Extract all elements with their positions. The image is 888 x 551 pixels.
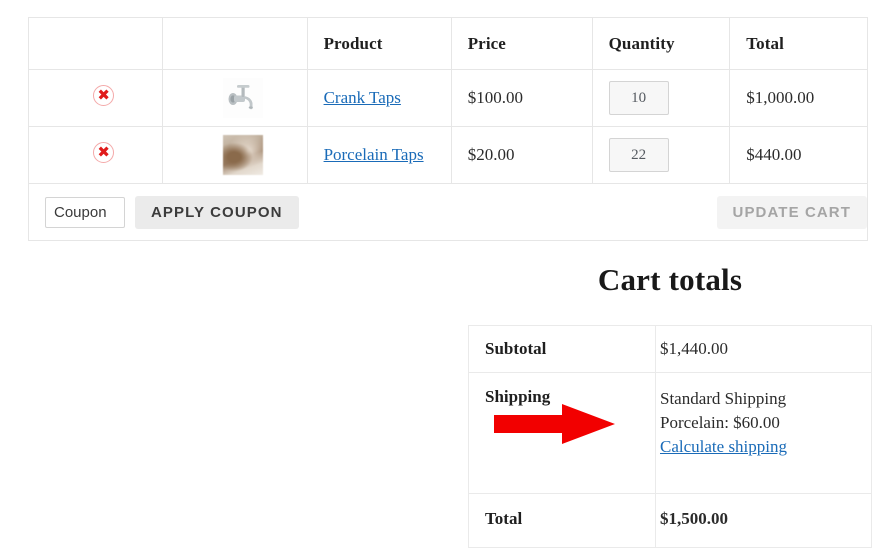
column-header-price: Price: [450, 17, 593, 70]
calculate-shipping-link[interactable]: Calculate shipping: [660, 437, 787, 456]
cell-price: $20.00: [450, 126, 593, 184]
column-header-thumbnail: [162, 17, 308, 70]
totals-row-subtotal: Subtotal $1,440.00: [468, 325, 872, 373]
column-header-product: Product: [306, 17, 452, 70]
remove-icon-x: ✖: [97, 85, 110, 104]
faucet-tap-thumbnail[interactable]: [222, 78, 263, 118]
porcelain-tap-thumbnail[interactable]: [222, 135, 263, 175]
cart-table-head: Product Price Quantity Total: [27, 17, 868, 70]
cart-totals-body: Subtotal $1,440.00 Shipping Standard Shi…: [468, 325, 872, 548]
cell-line-total: $1,000.00: [729, 69, 868, 127]
cell-cart-actions: APPLY COUPON UPDATE CART: [28, 183, 868, 241]
remove-circle-x-icon[interactable]: ✖: [92, 84, 116, 108]
table-row: ✖ Crank Taps $100.00 10 $1,000.00: [27, 69, 868, 127]
apply-coupon-button[interactable]: APPLY COUPON: [135, 195, 299, 229]
cell-product: Crank Taps: [306, 69, 452, 127]
update-cart-button[interactable]: UPDATE CART: [716, 195, 867, 229]
cart-table-body: ✖ Crank Taps $100.00 10 $1,000.00 ✖ Porc…: [27, 69, 868, 241]
product-link[interactable]: Crank Taps: [324, 88, 401, 107]
cell-price: $100.00: [450, 69, 593, 127]
shipping-value: Standard Shipping Porcelain: $60.00 Calc…: [655, 372, 872, 494]
shipping-method-detail: Porcelain: $60.00: [660, 413, 780, 432]
subtotal-label: Subtotal: [468, 325, 656, 373]
coupon-group: APPLY COUPON: [45, 195, 299, 229]
cell-thumbnail: [162, 69, 308, 127]
shipping-label: Shipping: [468, 372, 656, 494]
product-link[interactable]: Porcelain Taps: [324, 145, 424, 164]
column-header-remove: [27, 17, 164, 70]
table-row: ✖ Porcelain Taps $20.00 $440.00: [27, 126, 868, 184]
cart-totals-table: Subtotal $1,440.00 Shipping Standard Shi…: [468, 325, 872, 548]
cart-totals-container: Cart totals Subtotal $1,440.00 Shipping …: [468, 262, 872, 548]
cell-quantity: [591, 69, 731, 127]
totals-row-shipping: Shipping Standard Shipping Porcelain: $6…: [468, 372, 872, 494]
column-header-total: Total: [729, 17, 868, 70]
cart-table-header-row: Product Price Quantity Total: [27, 17, 868, 70]
cell-remove: ✖: [27, 126, 164, 184]
remove-circle-x-icon[interactable]: ✖: [92, 141, 116, 165]
cart-actions-row: APPLY COUPON UPDATE CART: [28, 183, 868, 241]
cell-product: Porcelain Taps: [306, 126, 452, 184]
cart-actions-bar: APPLY COUPON UPDATE CART: [45, 195, 867, 229]
cart-totals-title: Cart totals: [597, 262, 743, 297]
cart-items-table: Product Price Quantity Total ✖ Crank Tap…: [27, 17, 868, 241]
quantity-input[interactable]: [608, 81, 669, 115]
totals-row-total: Total $1,500.00: [468, 493, 872, 548]
cell-line-total: $440.00: [729, 126, 868, 184]
total-label: Total: [468, 493, 656, 548]
column-header-quantity: Quantity: [591, 17, 731, 70]
cart-table-container: Product Price Quantity Total ✖ Crank Tap…: [27, 17, 868, 241]
coupon-input[interactable]: [45, 196, 125, 228]
shipping-method-name: Standard Shipping: [660, 389, 787, 408]
quantity-input[interactable]: [608, 138, 669, 172]
remove-icon-x: ✖: [97, 142, 110, 161]
total-value: $1,500.00: [655, 493, 872, 548]
subtotal-value: $1,440.00: [655, 325, 872, 373]
cell-remove: ✖: [27, 69, 164, 127]
cell-quantity: [591, 126, 731, 184]
cell-thumbnail: [162, 126, 308, 184]
